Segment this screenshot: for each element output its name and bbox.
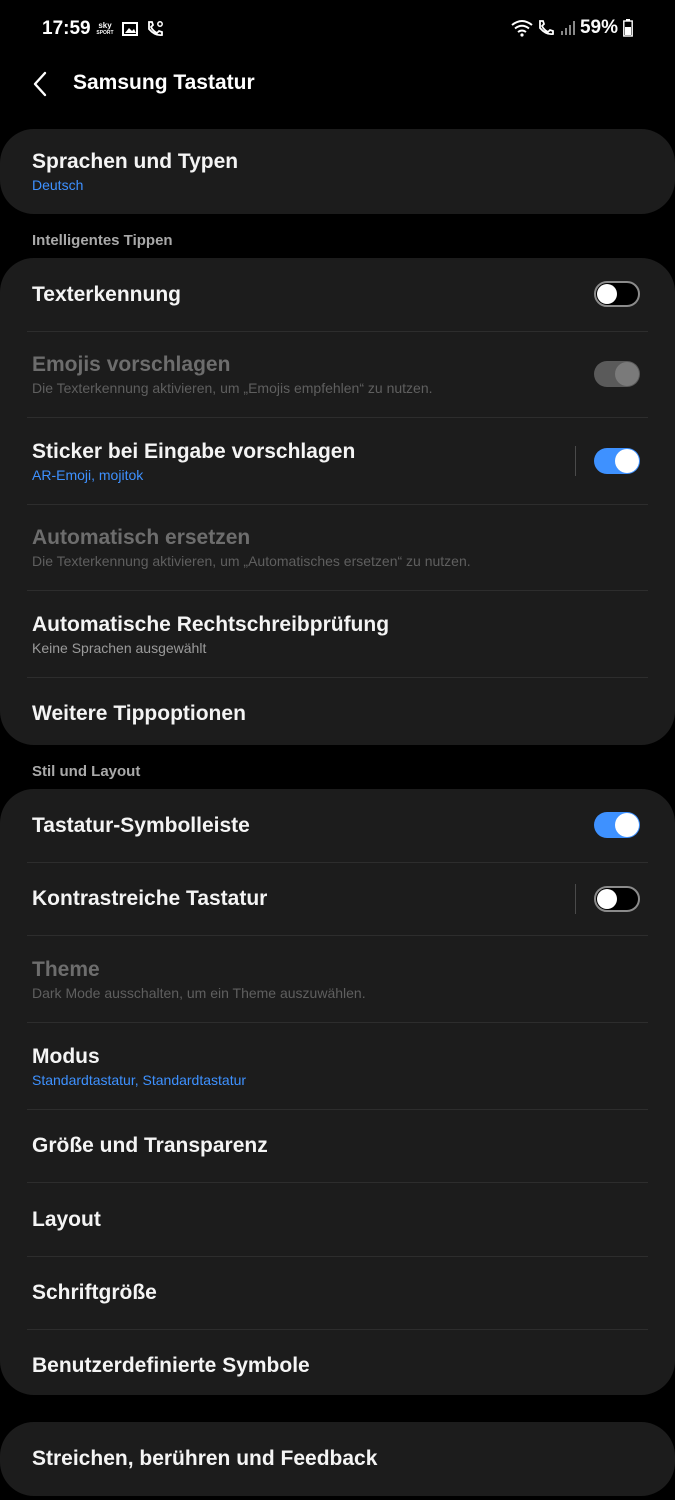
section-header-smart-typing: Intelligentes Tippen [32,232,173,249]
wifi-call-icon [148,21,163,37]
keyboard-toolbar-item[interactable]: Tastatur-Symbolleiste [27,789,648,863]
item-subtitle: AR-Emoji, mojitok [32,466,144,483]
item-title: Weitere Tippoptionen [32,702,246,725]
item-title: Modus [32,1044,100,1068]
sky-sport-icon: sky SPORT [96,21,114,37]
item-title: Automatische Rechtschreibprüfung [32,612,390,636]
auto-replace-item: Automatisch ersetzen Die Texterkennung a… [27,505,648,591]
item-title: Texterkennung [32,282,181,306]
item-title: Layout [32,1207,101,1231]
item-title: Tastatur-Symbolleiste [32,813,250,837]
item-title: Benutzerdefinierte Symbole [32,1354,310,1377]
divider [575,884,576,914]
signal-icon [560,21,575,35]
item-subtitle: Die Texterkennung aktivieren, um „Emojis… [32,380,433,396]
style-layout-card: Tastatur-Symbolleiste Kontrastreiche Tas… [0,789,675,1395]
item-subtitle: Dark Mode ausschalten, um ein Theme ausz… [32,984,366,1001]
mode-item[interactable]: Modus Standardtastatur, Standardtastatur [27,1023,648,1110]
languages-card: Sprachen und Typen Deutsch [0,129,675,214]
text-prediction-toggle[interactable] [594,281,640,307]
item-subtitle: Deutsch [32,177,84,193]
layout-item[interactable]: Layout [27,1183,648,1257]
feedback-card: Streichen, berühren und Feedback [0,1422,675,1496]
item-subtitle: Die Texterkennung aktivieren, um „Automa… [32,553,471,569]
back-arrow-icon[interactable] [28,70,56,98]
suggest-stickers-toggle[interactable] [594,448,640,474]
item-title: Sprachen und Typen [32,150,239,173]
more-typing-options-item[interactable]: Weitere Tippoptionen [27,678,648,745]
item-title: Sticker bei Eingabe vorschlagen [32,439,356,463]
suggest-emojis-toggle [594,361,640,387]
status-time: 17:59 [42,18,91,39]
swipe-touch-feedback-item[interactable]: Streichen, berühren und Feedback [27,1422,648,1496]
volte-call-icon [539,20,554,36]
high-contrast-keyboard-toggle[interactable] [594,886,640,912]
page-title: Samsung Tastatur [73,71,255,94]
battery-percentage: 59% [579,17,618,38]
languages-and-types-item[interactable]: Sprachen und Typen Deutsch [27,129,648,214]
item-title: Theme [32,957,100,981]
item-title: Streichen, berühren und Feedback [32,1447,378,1470]
font-size-item[interactable]: Schriftgröße [27,1257,648,1330]
app-bar: Samsung Tastatur [0,58,675,114]
high-contrast-keyboard-item[interactable]: Kontrastreiche Tastatur [27,863,648,936]
item-title: Kontrastreiche Tastatur [32,887,268,910]
theme-item: Theme Dark Mode ausschalten, um ein Them… [27,936,648,1023]
size-transparency-item[interactable]: Größe und Transparenz [27,1110,648,1183]
battery-icon [623,19,633,37]
suggest-emojis-item: Emojis vorschlagen Die Texterkennung akt… [27,332,648,418]
item-title: Automatisch ersetzen [32,526,251,549]
custom-symbols-item[interactable]: Benutzerdefinierte Symbole [27,1330,648,1395]
auto-spell-check-item[interactable]: Automatische Rechtschreibprüfung Keine S… [27,591,648,678]
section-header-style-layout: Stil und Layout [32,763,141,780]
smart-typing-card: Texterkennung Emojis vorschlagen Die Tex… [0,258,675,745]
wifi-icon [511,20,533,37]
item-title: Schriftgröße [32,1281,157,1304]
status-system-icons: 59% [511,17,633,39]
divider [575,446,576,476]
item-title: Größe und Transparenz [32,1134,268,1157]
keyboard-toolbar-toggle[interactable] [594,812,640,838]
suggest-stickers-item[interactable]: Sticker bei Eingabe vorschlagen AR-Emoji… [27,418,648,505]
item-subtitle: Keine Sprachen ausgewählt [32,639,207,656]
item-title: Emojis vorschlagen [32,353,231,376]
status-notification-icons: sky SPORT [96,19,164,39]
status-bar: 17:59 sky SPORT 59% [0,0,675,58]
text-prediction-item[interactable]: Texterkennung [27,258,648,332]
gallery-icon [122,22,138,36]
item-subtitle: Standardtastatur, Standardtastatur [32,1071,247,1088]
